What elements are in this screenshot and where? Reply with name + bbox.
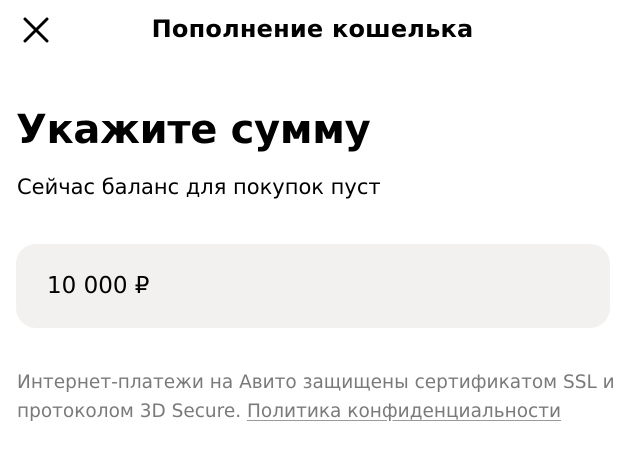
amount-value[interactable]: 10 000 ₽	[47, 271, 149, 301]
security-disclaimer: Интернет-платежи на Авито защищены серти…	[17, 368, 617, 426]
page-title: Укажите сумму	[16, 107, 371, 153]
balance-status-text: Сейчас баланс для покупок пуст	[17, 175, 381, 199]
amount-input[interactable]: 10 000 ₽	[16, 244, 610, 328]
header-title: Пополнение кошелька	[151, 15, 474, 43]
top-bar: Пополнение кошелька	[0, 0, 625, 58]
privacy-policy-link[interactable]: Политика конфиденциальности	[247, 401, 561, 422]
